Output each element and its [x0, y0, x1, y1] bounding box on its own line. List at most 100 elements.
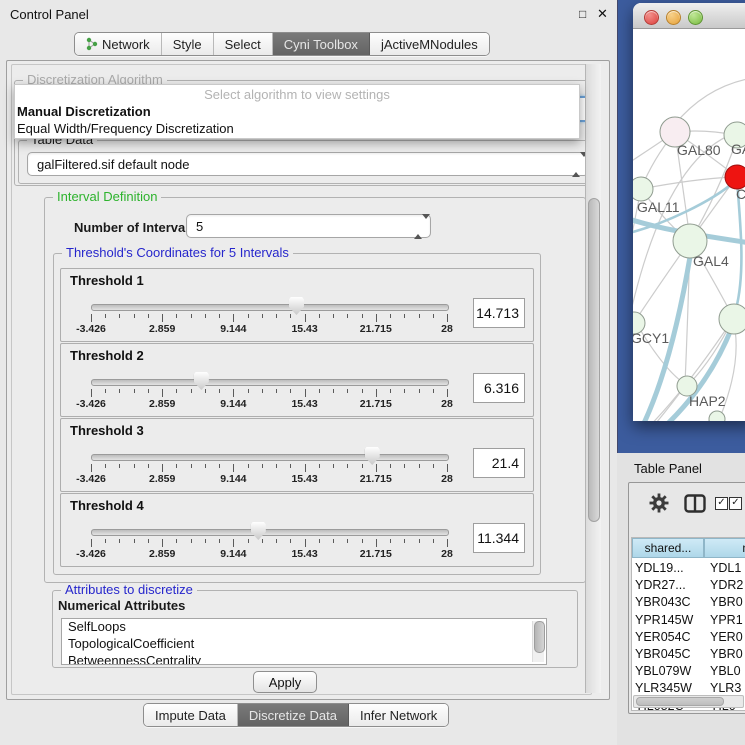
- tick-label: 2.859: [149, 548, 175, 560]
- slider-thumb[interactable]: [289, 297, 304, 315]
- zoom-traffic-light-icon[interactable]: [688, 10, 703, 25]
- table-cell[interactable]: YPR145W: [635, 613, 693, 630]
- panel-scrollbar-thumb[interactable]: [588, 198, 600, 522]
- table-cell[interactable]: YBR043C: [635, 595, 691, 612]
- algorithm-popup-item[interactable]: Manual Discretization: [15, 104, 579, 121]
- tick-label: 21.715: [360, 548, 392, 560]
- tab-network[interactable]: Network: [75, 33, 162, 55]
- table-horizontal-scrollbar[interactable]: [633, 695, 744, 708]
- slider-thumb[interactable]: [251, 522, 266, 540]
- table-cell[interactable]: YDR27...: [635, 578, 686, 595]
- slider-tick: [433, 539, 434, 543]
- tick-label: 2.859: [149, 473, 175, 485]
- control-panel: Control Panel □ ✕ NetworkStyleSelectCyni…: [0, 0, 617, 745]
- threshold-value-field[interactable]: 21.4: [473, 448, 525, 478]
- numerical-attributes-list[interactable]: SelfLoopsTopologicalCoefficientBetweenne…: [61, 618, 547, 665]
- slider-track[interactable]: [91, 379, 449, 386]
- close-icon[interactable]: ✕: [597, 6, 608, 22]
- network-window-titlebar[interactable]: [633, 3, 745, 29]
- table-cell[interactable]: YBR0: [710, 595, 743, 612]
- threshold-value-field[interactable]: 14.713: [473, 298, 525, 328]
- slider-tick: [119, 389, 120, 393]
- table-data-combobox[interactable]: galFiltered.sif default node: [27, 152, 589, 176]
- column-header-2[interactable]: na: [704, 538, 745, 558]
- slider-tick: [148, 539, 149, 543]
- network-node-label: GAL11: [637, 199, 680, 215]
- table-cell[interactable]: YDL19...: [635, 561, 684, 578]
- slider-thumb[interactable]: [194, 372, 209, 390]
- threshold-label: Threshold 1: [70, 273, 144, 288]
- checked-box-icon[interactable]: ✓: [729, 497, 742, 510]
- table-cell[interactable]: YER0: [710, 630, 743, 647]
- slider-track[interactable]: [91, 529, 449, 536]
- column-header-1[interactable]: shared...: [632, 538, 704, 558]
- number-of-intervals-combobox[interactable]: 5: [186, 214, 431, 238]
- tab-discretize-data[interactable]: Discretize Data: [238, 704, 349, 726]
- panel-scrollbar[interactable]: [585, 64, 601, 693]
- tab-jactivemnodules[interactable]: jActiveMNodules: [370, 33, 489, 55]
- bottom-tab-bar: Impute Data Discretize Data Infer Network: [143, 703, 449, 727]
- slider-tick: [191, 464, 192, 468]
- slider-tick: [447, 464, 448, 472]
- table-cell[interactable]: YER054C: [635, 630, 691, 647]
- checked-box-icon[interactable]: ✓: [715, 497, 728, 510]
- threshold-panel-2: Threshold 2-3.4262.8599.14415.4321.71528…: [60, 343, 534, 417]
- apply-button[interactable]: Apply: [253, 671, 317, 693]
- split-column-icon[interactable]: [684, 494, 706, 513]
- tab-style[interactable]: Style: [162, 33, 214, 55]
- slider-tick: [390, 539, 391, 543]
- thresholds-group: Threshold's Coordinates for 5 Intervals …: [53, 253, 541, 575]
- table-cell[interactable]: YBR0: [710, 647, 743, 664]
- algorithm-popup-hint: Select algorithm to view settings: [15, 85, 579, 104]
- attribute-list-item[interactable]: SelfLoops: [62, 619, 546, 636]
- network-node-label: C: [736, 186, 745, 202]
- attribute-list-item[interactable]: TopologicalCoefficient: [62, 636, 546, 653]
- slider-tick: [91, 539, 92, 547]
- tab-cyni-toolbox[interactable]: Cyni Toolbox: [273, 33, 370, 55]
- table-cell[interactable]: YBR045C: [635, 647, 691, 664]
- table-cell[interactable]: YDR2: [710, 578, 743, 595]
- network-canvas[interactable]: GAL80GACGAL11GAL4GCY1HHAP2: [633, 29, 745, 421]
- network-node-label: GA: [731, 141, 745, 157]
- slider-thumb[interactable]: [365, 447, 380, 465]
- attribute-list-item[interactable]: BetweennessCentrality: [62, 653, 546, 665]
- table-cell[interactable]: YBL0: [710, 664, 741, 681]
- slider-track[interactable]: [91, 304, 449, 311]
- slider-tick: [433, 464, 434, 468]
- algorithm-popup-item[interactable]: Equal Width/Frequency Discretization: [15, 121, 579, 138]
- tab-select[interactable]: Select: [214, 33, 273, 55]
- numerical-attributes-label: Numerical Attributes: [58, 598, 185, 613]
- tab-infer-network[interactable]: Infer Network: [349, 704, 448, 726]
- control-panel-title: Control Panel: [10, 7, 89, 22]
- list-scrollbar-thumb[interactable]: [534, 621, 545, 653]
- slider-tick: [233, 314, 234, 322]
- table-cell[interactable]: YPR1: [710, 613, 743, 630]
- slider-tick: [333, 314, 334, 318]
- slider-tick: [233, 389, 234, 397]
- close-traffic-light-icon[interactable]: [644, 10, 659, 25]
- slider-track[interactable]: [91, 454, 449, 461]
- list-scrollbar[interactable]: [532, 621, 544, 662]
- float-window-icon[interactable]: □: [579, 7, 586, 21]
- network-node-h[interactable]: [719, 304, 745, 334]
- table-cell[interactable]: YDL1: [710, 561, 741, 578]
- network-node-gal11[interactable]: [633, 177, 653, 201]
- table-horizontal-scrollbar-thumb[interactable]: [636, 697, 724, 706]
- node-table[interactable]: shared...na YDL19...YDL1YDR27...YDR2YBR0…: [631, 537, 745, 711]
- combobox-stepper-icon[interactable]: [414, 219, 423, 233]
- combobox-stepper-icon[interactable]: [572, 157, 581, 171]
- application-window: Control Panel □ ✕ NetworkStyleSelectCyni…: [0, 0, 745, 745]
- right-region: GAL80GACGAL11GAL4GCY1HHAP2 Table Panel: [617, 0, 745, 745]
- gear-icon[interactable]: [649, 493, 669, 513]
- threshold-value-field[interactable]: 6.316: [473, 373, 525, 403]
- slider-tick: [205, 464, 206, 468]
- tab-label: Discretize Data: [249, 708, 337, 723]
- table-data-combobox-value: galFiltered.sif default node: [37, 157, 189, 172]
- table-cell[interactable]: YBL079W: [635, 664, 691, 681]
- slider-tick: [333, 389, 334, 393]
- tab-impute-data[interactable]: Impute Data: [144, 704, 238, 726]
- minimize-traffic-light-icon[interactable]: [666, 10, 681, 25]
- slider-tick: [262, 389, 263, 393]
- threshold-value-field[interactable]: 11.344: [473, 523, 525, 553]
- slider-tick: [91, 464, 92, 472]
